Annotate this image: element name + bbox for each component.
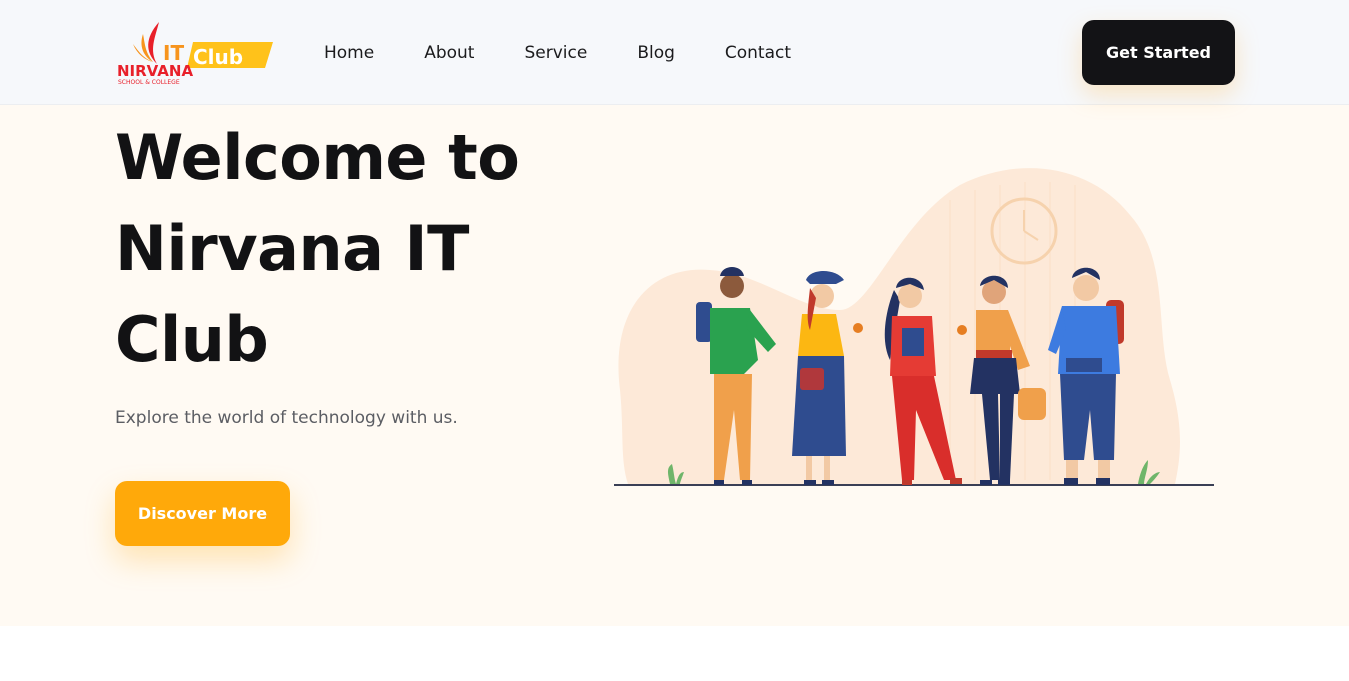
get-started-button[interactable]: Get Started <box>1082 20 1235 85</box>
main-nav: Home About Service Blog Contact <box>324 41 841 65</box>
nav-about[interactable]: About <box>424 41 474 65</box>
group-of-students-illustration <box>610 160 1220 495</box>
svg-text:NIRVANA: NIRVANA <box>117 62 193 80</box>
nav-contact[interactable]: Contact <box>725 41 791 65</box>
svg-text:Club: Club <box>193 45 243 69</box>
site-logo[interactable]: IT Club NIRVANA SCHOOL & COLLEGE <box>115 20 275 86</box>
nav-home[interactable]: Home <box>324 41 374 65</box>
hero-subtitle: Explore the world of technology with us. <box>115 408 458 428</box>
hero-title-line: Welcome to <box>115 121 520 194</box>
site-header: IT Club NIRVANA SCHOOL & COLLEGE Home Ab… <box>0 0 1349 105</box>
svg-text:SCHOOL & COLLEGE: SCHOOL & COLLEGE <box>118 79 180 86</box>
nav-blog[interactable]: Blog <box>637 41 675 65</box>
nav-service[interactable]: Service <box>524 41 587 65</box>
hero-title-line: Nirvana IT <box>115 212 469 285</box>
discover-more-button[interactable]: Discover More <box>115 481 290 546</box>
hero-title-line: Club <box>115 303 269 376</box>
hero-title: Welcome to Nirvana IT Club <box>115 112 635 385</box>
